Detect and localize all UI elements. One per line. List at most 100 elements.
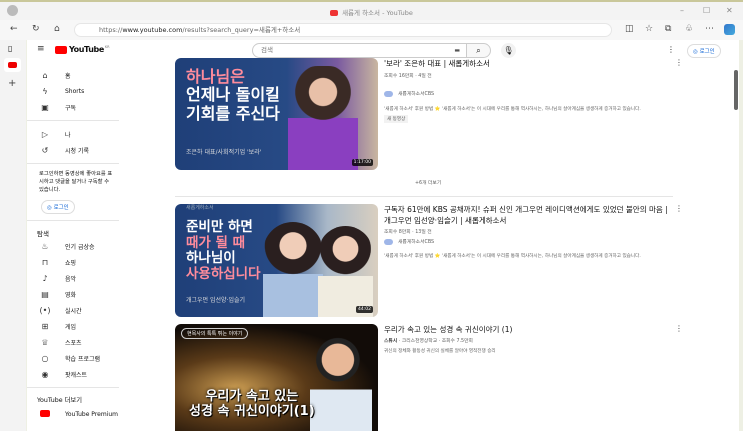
shorts-icon: ϟ xyxy=(42,86,48,96)
video-description: 귀신의 정체와 활동성 귀신의 실체를 알아야 영적전쟁 승리 xyxy=(384,349,496,354)
favorites-icon[interactable]: ☆ xyxy=(645,24,653,34)
extensions-icon[interactable]: ♧ xyxy=(685,24,693,34)
sidebar-item-home[interactable]: ⌂ 홈 xyxy=(37,68,70,82)
sidebar-item-subscriptions[interactable]: ▣ 구독 xyxy=(37,100,76,114)
youtube-premium-icon xyxy=(37,409,53,419)
divider xyxy=(27,387,119,388)
tab-actions-icon[interactable]: ▯ xyxy=(8,44,12,53)
url-domain: www.youtube.com xyxy=(122,26,183,34)
sidebar-item-podcasts[interactable]: ◉ 팟캐스트 xyxy=(37,367,88,381)
live-icon: (•) xyxy=(39,305,51,315)
youtube-logo[interactable]: YouTube KR xyxy=(55,45,110,54)
divider xyxy=(27,120,119,121)
refresh-icon[interactable]: ↻ xyxy=(32,24,40,34)
sidebar-item-gaming[interactable]: ⊞ 게임 xyxy=(37,319,76,333)
divider xyxy=(27,220,119,221)
split-screen-icon[interactable]: ◫ xyxy=(625,24,634,34)
channel-avatar xyxy=(384,90,393,97)
minimize-button[interactable]: – xyxy=(680,6,684,15)
duration-badge: 44:02 xyxy=(356,306,373,313)
sidebar-item-music[interactable]: ♪ 음악 xyxy=(37,271,76,285)
home-icon: ⌂ xyxy=(42,70,48,80)
sidebar-item-learning[interactable]: ○ 학습 프로그램 xyxy=(37,351,101,365)
url-prefix: https:// xyxy=(99,26,123,34)
sidebar-item-shopping[interactable]: ⊓ 쇼핑 xyxy=(37,255,76,269)
sidebar-item-live[interactable]: (•) 실시간 xyxy=(37,303,82,317)
sidebar-item-trending[interactable]: ♨ 인기 급상승 xyxy=(37,239,94,253)
collections-icon[interactable]: ⧉ xyxy=(665,24,671,34)
settings-more-icon[interactable]: ⋮ xyxy=(667,45,675,54)
video-thumbnail[interactable]: 새롭게하소서 준비만 하면 때가 될 때 하나님이 사용하십니다 개그우먼 임선양·임… xyxy=(175,204,378,317)
login-prompt: 로그인하면 동영상에 좋아요를 표시하고 댓글을 달거나 구독할 수 있습니다. xyxy=(39,171,113,193)
channel-link[interactable]: 새롭게하소서CBS xyxy=(384,90,434,97)
gamepad-icon: ⊞ xyxy=(41,321,49,331)
tab-youtube[interactable] xyxy=(4,58,21,72)
subscriptions-icon: ▣ xyxy=(41,102,49,112)
scrollbar-thumb[interactable] xyxy=(734,70,738,110)
channel-link[interactable]: 새롭게하소서CBS xyxy=(384,238,434,245)
address-bar[interactable]: https://www.youtube.com/results?search_q… xyxy=(74,23,612,37)
duration-badge: 1:17:00 xyxy=(351,159,373,166)
sidebar-item-history[interactable]: ↺ 시청 기록 xyxy=(37,143,89,157)
sidebar-item-you[interactable]: ▷ 나 xyxy=(37,127,71,141)
show-more-button[interactable]: +6개 더보기 xyxy=(415,179,441,186)
home-icon[interactable]: ⌂ xyxy=(54,24,60,34)
sidebar-item-shorts[interactable]: ϟ Shorts xyxy=(37,84,84,98)
vertical-tab-strip: ▯ + xyxy=(0,40,26,431)
url-path: /results?search_query=새롭게+하소서 xyxy=(182,26,301,34)
close-button[interactable]: ✕ xyxy=(726,6,733,15)
video-meta: 조회수 8만회 · 13일 전 xyxy=(384,230,432,235)
divider xyxy=(27,163,119,164)
scrollbar[interactable] xyxy=(734,40,739,431)
region-code: KR xyxy=(104,45,110,49)
video-description: '새롭게 하소서' 후원 방법 ⭐ '새롭게 하소서'는 이 시대에 우리를 통… xyxy=(384,254,641,259)
maximize-button[interactable]: ☐ xyxy=(703,6,710,15)
person-image xyxy=(310,332,372,431)
video-meta: 조회수 16만회 · 4일 전 xyxy=(384,74,432,79)
video-description: '새롭게 하소서' 후원 방법 ⭐ '새롭게 하소서'는 이 시대에 우리를 통… xyxy=(384,107,641,112)
toolbar: ← ↻ ⌂ https://www.youtube.com/results?se… xyxy=(0,20,743,40)
history-icon: ↺ xyxy=(41,145,49,155)
mic-icon[interactable]: 🎙 xyxy=(501,43,516,58)
copilot-icon[interactable] xyxy=(724,24,735,35)
shopping-bag-icon: ⊓ xyxy=(41,257,49,267)
youtube-favicon-icon xyxy=(330,10,339,16)
video-thumbnail[interactable]: 현목사의 톡톡 튀는 이야기 우리가 속고 있는 성경 속 귀신이야기(1) xyxy=(175,324,378,431)
more-icon[interactable]: ⋯ xyxy=(705,24,714,34)
sidebar-login-button[interactable]: ◎ 로그인 xyxy=(41,200,75,214)
sidebar-item-movies[interactable]: ▤ 영화 xyxy=(37,287,76,301)
new-video-badge: 새 동영상 xyxy=(384,115,409,123)
video-meta: 스튜시 · 크리스천영상학교 · 조회수 7.5만회 xyxy=(384,339,473,344)
lightbulb-icon: ○ xyxy=(41,353,49,363)
search-button[interactable]: ⌕ xyxy=(467,43,491,58)
music-icon: ♪ xyxy=(42,273,48,283)
video-more-icon[interactable]: ⋮ xyxy=(675,58,683,67)
youtube-favicon-icon xyxy=(8,62,17,68)
video-more-icon[interactable]: ⋮ xyxy=(675,324,683,333)
youtube-page: ≡ YouTube KR 검색 ▬ ⌕ 🎙 ⋮ ◎ 로그인 ⌂ 홈 ϟ Shorts … xyxy=(27,40,739,431)
trophy-icon: ♕ xyxy=(41,337,49,347)
logo-text: YouTube xyxy=(69,45,104,54)
channel-avatar xyxy=(384,238,393,245)
library-icon: ▷ xyxy=(41,129,49,139)
video-title[interactable]: 구독자 61만에 KBS 공채까지! 슈퍼 신인 개그우먼 레이디액션에게도 있… xyxy=(384,204,669,226)
menu-icon[interactable]: ≡ xyxy=(37,44,45,54)
more-from-youtube-heading: YouTube 더보기 xyxy=(37,397,82,404)
title-bar: 새롭게 하소서 - YouTube – ☐ ✕ xyxy=(0,0,743,20)
video-title[interactable]: 우리가 속고 있는 성경 속 귀신이야기 (1) xyxy=(384,324,669,335)
search-input[interactable]: 검색 ▬ xyxy=(252,43,467,58)
keyboard-icon[interactable]: ▬ xyxy=(454,44,460,57)
window-title: 새롭게 하소서 - YouTube xyxy=(0,7,743,17)
login-button[interactable]: ◎ 로그인 xyxy=(687,44,721,58)
back-icon[interactable]: ← xyxy=(10,24,18,34)
video-more-icon[interactable]: ⋮ xyxy=(675,204,683,213)
explore-heading: 탐색 xyxy=(37,230,49,238)
video-title[interactable]: '보라' 조은하 대표 | 새롭게하소서 xyxy=(384,58,669,69)
new-tab-button[interactable]: + xyxy=(8,78,16,89)
person-image xyxy=(263,222,323,317)
thumbnail-tag: 현목사의 톡톡 튀는 이야기 xyxy=(181,328,249,339)
person-image xyxy=(288,66,358,170)
sidebar-item-premium[interactable]: YouTube Premium xyxy=(37,407,118,421)
sidebar-item-sports[interactable]: ♕ 스포츠 xyxy=(37,335,81,349)
video-thumbnail[interactable]: 하나님은 언제나 돌이킬 기회를 주신다 조은하 대표/사회적기업 '보라' 1:1… xyxy=(175,58,378,170)
